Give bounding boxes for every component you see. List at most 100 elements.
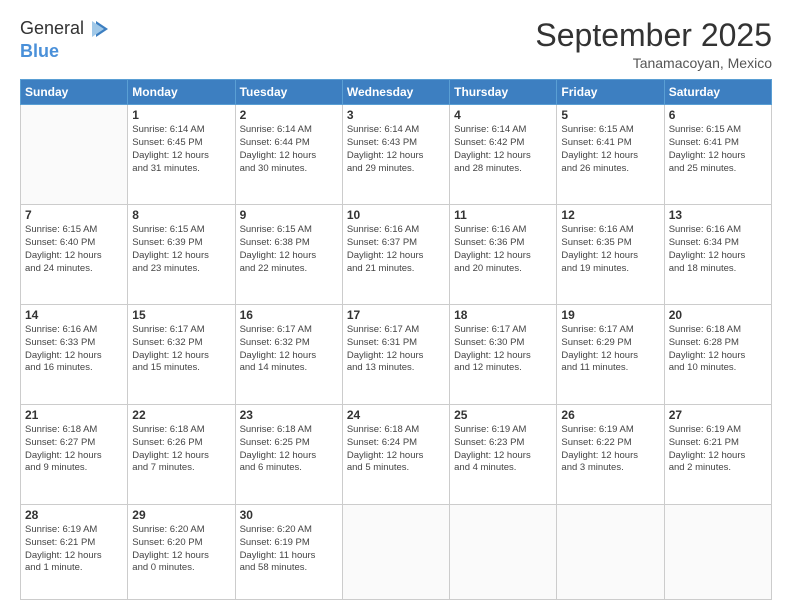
subtitle: Tanamacoyan, Mexico [535, 55, 772, 71]
day-info: Sunrise: 6:15 AM Sunset: 6:40 PM Dayligh… [25, 224, 123, 275]
calendar-cell [342, 504, 449, 599]
calendar-table: SundayMondayTuesdayWednesdayThursdayFrid… [20, 79, 772, 600]
calendar-cell: 27 Sunrise: 6:19 AM Sunset: 6:21 PM Dayli… [664, 404, 771, 504]
calendar-cell [450, 504, 557, 599]
logo-blue: Blue [20, 41, 59, 61]
calendar-cell: 26 Sunrise: 6:19 AM Sunset: 6:22 PM Dayli… [557, 404, 664, 504]
day-info: Sunrise: 6:15 AM Sunset: 6:41 PM Dayligh… [561, 124, 659, 175]
day-number: 10 [347, 208, 445, 222]
day-number: 22 [132, 408, 230, 422]
calendar-cell: 4 Sunrise: 6:14 AM Sunset: 6:42 PM Daylig… [450, 105, 557, 205]
logo-text-block: General Blue [20, 18, 112, 62]
calendar-cell: 29Sunrise: 6:20 AM Sunset: 6:20 PM Dayli… [128, 504, 235, 599]
calendar-cell: 25 Sunrise: 6:19 AM Sunset: 6:23 PM Dayli… [450, 404, 557, 504]
day-info: Sunrise: 6:18 AM Sunset: 6:26 PM Dayligh… [132, 424, 230, 475]
day-info: Sunrise: 6:17 AM Sunset: 6:29 PM Dayligh… [561, 324, 659, 375]
header: General Blue September 2025 Tanamacoyan,… [20, 18, 772, 71]
calendar-header-tuesday: Tuesday [235, 80, 342, 105]
calendar-cell [557, 504, 664, 599]
calendar-cell: 10 Sunrise: 6:16 AM Sunset: 6:37 PM Dayli… [342, 205, 449, 305]
day-number: 6 [669, 108, 767, 122]
calendar-cell: 8 Sunrise: 6:15 AM Sunset: 6:39 PM Daylig… [128, 205, 235, 305]
day-info: Sunrise: 6:18 AM Sunset: 6:24 PM Dayligh… [347, 424, 445, 475]
calendar-cell: 20 Sunrise: 6:18 AM Sunset: 6:28 PM Dayli… [664, 305, 771, 405]
day-number: 17 [347, 308, 445, 322]
calendar-cell [21, 105, 128, 205]
day-info: Sunrise: 6:16 AM Sunset: 6:36 PM Dayligh… [454, 224, 552, 275]
day-number: 21 [25, 408, 123, 422]
calendar-cell: 6 Sunrise: 6:15 AM Sunset: 6:41 PM Daylig… [664, 105, 771, 205]
calendar-header-thursday: Thursday [450, 80, 557, 105]
calendar-cell: 30 Sunrise: 6:20 AM Sunset: 6:19 PM Dayli… [235, 504, 342, 599]
day-info: Sunrise: 6:15 AM Sunset: 6:41 PM Dayligh… [669, 124, 767, 175]
day-info: Sunrise: 6:15 AM Sunset: 6:38 PM Dayligh… [240, 224, 338, 275]
day-number: 8 [132, 208, 230, 222]
day-info: Sunrise: 6:16 AM Sunset: 6:33 PM Dayligh… [25, 324, 123, 375]
day-number: 28 [25, 508, 123, 522]
day-info: Sunrise: 6:17 AM Sunset: 6:32 PM Dayligh… [132, 324, 230, 375]
day-info: Sunrise: 6:20 AM Sunset: 6:19 PM Dayligh… [240, 524, 338, 575]
day-number: 5 [561, 108, 659, 122]
day-info: Sunrise: 6:17 AM Sunset: 6:31 PM Dayligh… [347, 324, 445, 375]
day-number: 25 [454, 408, 552, 422]
calendar-cell: 7 Sunrise: 6:15 AM Sunset: 6:40 PM Daylig… [21, 205, 128, 305]
day-number: 27 [669, 408, 767, 422]
day-number: 3 [347, 108, 445, 122]
calendar-cell [664, 504, 771, 599]
calendar-cell: 1 Sunrise: 6:14 AM Sunset: 6:45 PM Daylig… [128, 105, 235, 205]
day-number: 23 [240, 408, 338, 422]
day-info: Sunrise: 6:18 AM Sunset: 6:28 PM Dayligh… [669, 324, 767, 375]
day-number: 12 [561, 208, 659, 222]
day-number: 15 [132, 308, 230, 322]
day-info: Sunrise: 6:19 AM Sunset: 6:21 PM Dayligh… [669, 424, 767, 475]
day-number: 24 [347, 408, 445, 422]
day-info: Sunrise: 6:14 AM Sunset: 6:43 PM Dayligh… [347, 124, 445, 175]
day-info: Sunrise: 6:15 AM Sunset: 6:39 PM Dayligh… [132, 224, 230, 275]
calendar-header-wednesday: Wednesday [342, 80, 449, 105]
day-number: 18 [454, 308, 552, 322]
calendar-cell: 3 Sunrise: 6:14 AM Sunset: 6:43 PM Daylig… [342, 105, 449, 205]
calendar-header-monday: Monday [128, 80, 235, 105]
calendar-cell: 17 Sunrise: 6:17 AM Sunset: 6:31 PM Dayli… [342, 305, 449, 405]
calendar-header-saturday: Saturday [664, 80, 771, 105]
day-number: 30 [240, 508, 338, 522]
day-info: Sunrise: 6:17 AM Sunset: 6:30 PM Dayligh… [454, 324, 552, 375]
day-number: 16 [240, 308, 338, 322]
day-info: Sunrise: 6:18 AM Sunset: 6:25 PM Dayligh… [240, 424, 338, 475]
calendar-cell: 15 Sunrise: 6:17 AM Sunset: 6:32 PM Dayli… [128, 305, 235, 405]
logo: General Blue [20, 18, 112, 62]
day-number: 29 [132, 508, 230, 522]
calendar-cell: 28 Sunrise: 6:19 AM Sunset: 6:21 PM Dayli… [21, 504, 128, 599]
title-block: September 2025 Tanamacoyan, Mexico [535, 18, 772, 71]
day-info: Sunrise: 6:17 AM Sunset: 6:32 PM Dayligh… [240, 324, 338, 375]
logo-icon [90, 19, 112, 41]
day-number: 20 [669, 308, 767, 322]
calendar-cell: 13Sunrise: 6:16 AM Sunset: 6:34 PM Dayli… [664, 205, 771, 305]
day-info: Sunrise: 6:14 AM Sunset: 6:45 PM Dayligh… [132, 124, 230, 175]
calendar-cell: 14Sunrise: 6:16 AM Sunset: 6:33 PM Dayli… [21, 305, 128, 405]
main-title: September 2025 [535, 18, 772, 53]
day-info: Sunrise: 6:19 AM Sunset: 6:22 PM Dayligh… [561, 424, 659, 475]
calendar-header-sunday: Sunday [21, 80, 128, 105]
day-number: 4 [454, 108, 552, 122]
day-info: Sunrise: 6:19 AM Sunset: 6:23 PM Dayligh… [454, 424, 552, 475]
calendar-cell: 5 Sunrise: 6:15 AM Sunset: 6:41 PM Daylig… [557, 105, 664, 205]
day-info: Sunrise: 6:19 AM Sunset: 6:21 PM Dayligh… [25, 524, 123, 575]
logo-general: General [20, 18, 84, 38]
calendar-cell: 16 Sunrise: 6:17 AM Sunset: 6:32 PM Dayli… [235, 305, 342, 405]
day-number: 1 [132, 108, 230, 122]
day-number: 26 [561, 408, 659, 422]
calendar-header-friday: Friday [557, 80, 664, 105]
page: General Blue September 2025 Tanamacoyan,… [0, 0, 792, 612]
day-number: 7 [25, 208, 123, 222]
day-number: 19 [561, 308, 659, 322]
day-number: 9 [240, 208, 338, 222]
calendar-cell: 18 Sunrise: 6:17 AM Sunset: 6:30 PM Dayli… [450, 305, 557, 405]
day-number: 2 [240, 108, 338, 122]
day-number: 13 [669, 208, 767, 222]
day-info: Sunrise: 6:14 AM Sunset: 6:42 PM Dayligh… [454, 124, 552, 175]
day-info: Sunrise: 6:14 AM Sunset: 6:44 PM Dayligh… [240, 124, 338, 175]
day-info: Sunrise: 6:16 AM Sunset: 6:37 PM Dayligh… [347, 224, 445, 275]
calendar-cell: 21Sunrise: 6:18 AM Sunset: 6:27 PM Dayli… [21, 404, 128, 504]
day-number: 11 [454, 208, 552, 222]
